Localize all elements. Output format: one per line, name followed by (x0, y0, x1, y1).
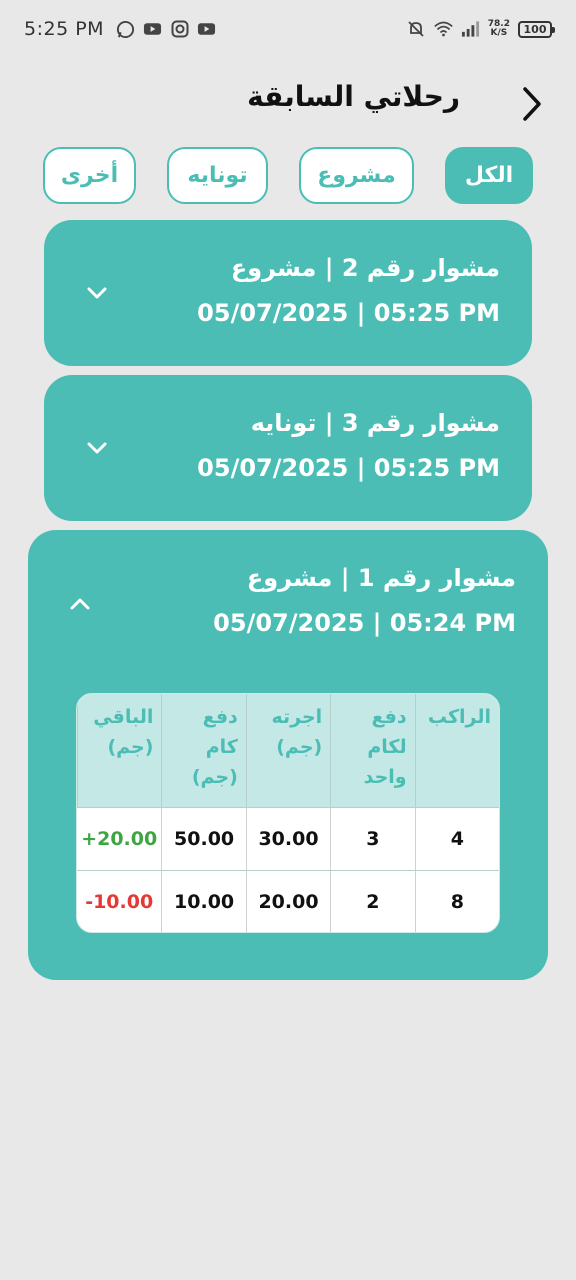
battery-indicator: 100 (518, 20, 555, 38)
trip-date: 05/07/2025 | 05:25 PM (197, 454, 500, 482)
table-header-passenger: الراكب (414, 694, 499, 807)
trip-title: مشوار رقم 3 | تونايه (250, 409, 500, 437)
passengers-table: الراكب دفع لكام واحد اجرته (جم) دفع كام … (76, 693, 500, 933)
youtube-icon (197, 20, 216, 39)
filter-all-chip[interactable]: الكل (445, 147, 533, 204)
table-header-fare: اجرته (جم) (245, 694, 331, 807)
filter-project-chip[interactable]: مشروع (299, 147, 414, 204)
whatsapp-icon (116, 20, 135, 39)
wifi-icon (434, 20, 453, 39)
table-cell: 30.00 (245, 807, 331, 870)
table-header-paid-amount: دفع كام (جم) (161, 694, 246, 807)
mute-icon (407, 20, 426, 39)
trip-date: 05/07/2025 | 05:25 PM (197, 299, 500, 327)
chevron-down-icon[interactable] (83, 439, 111, 459)
status-left: 5:25 PM (24, 18, 216, 40)
table-cell: 3 (330, 807, 415, 870)
table-cell-remaining-positive: +20.00 (77, 807, 162, 870)
filter-chips: الكل مشروع تونايه أخرى (0, 147, 576, 205)
table-cell: 2 (330, 870, 415, 932)
table-cell: 50.00 (161, 807, 246, 870)
table-cell: 8 (414, 870, 499, 932)
trip-title: مشوار رقم 1 | مشروع (246, 564, 516, 592)
status-right: 78.2 K/S 100 (407, 20, 555, 39)
chevron-down-icon[interactable] (83, 284, 111, 304)
chevron-up-icon[interactable] (66, 593, 94, 613)
filter-other-chip[interactable]: أخرى (43, 147, 136, 204)
table-cell: 20.00 (245, 870, 331, 932)
filter-tonaya-chip[interactable]: تونايه (167, 147, 268, 204)
table-header-remaining: الباقي (جم) (77, 694, 162, 807)
table-cell: 4 (414, 807, 499, 870)
trip-card[interactable]: مشوار رقم 2 | مشروع 05/07/2025 | 05:25 P… (44, 220, 532, 366)
table-header-paid-for-count: دفع لكام واحد (330, 694, 415, 807)
trip-card[interactable]: مشوار رقم 3 | تونايه 05/07/2025 | 05:25 … (44, 375, 532, 521)
page-title: رحلاتي السابقة (247, 80, 460, 113)
trip-title: مشوار رقم 2 | مشروع (230, 254, 500, 282)
table-cell: 10.00 (161, 870, 246, 932)
instagram-icon (170, 20, 189, 39)
net-speed-unit: K/S (490, 28, 508, 38)
chevron-right-icon (523, 87, 541, 121)
network-speed: 78.2 K/S (488, 20, 510, 38)
status-time: 5:25 PM (24, 18, 105, 40)
app-header: رحلاتي السابقة (0, 72, 576, 134)
table-cell-remaining-negative: -10.00 (77, 870, 162, 932)
back-button[interactable] (518, 84, 546, 124)
signal-icon (461, 20, 480, 39)
youtube-icon (143, 20, 162, 39)
status-bar: 5:25 PM 78.2 K/S 100 (0, 0, 576, 58)
trip-date: 05/07/2025 | 05:24 PM (213, 609, 516, 637)
